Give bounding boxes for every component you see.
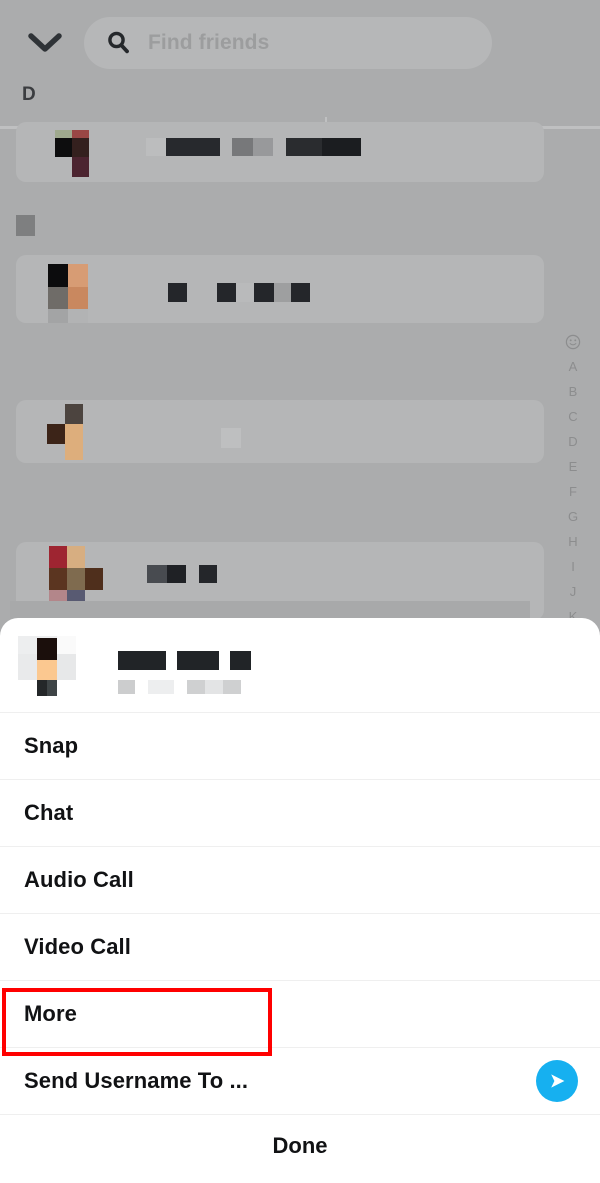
menu-item-label: Chat bbox=[24, 800, 74, 825]
done-button[interactable]: Done bbox=[0, 1115, 600, 1177]
menu-item-label: Audio Call bbox=[24, 867, 134, 892]
section-header-letter: D bbox=[22, 84, 36, 105]
menu-item-label: More bbox=[24, 1001, 77, 1026]
list-decoration bbox=[16, 215, 35, 236]
alpha-letter[interactable]: J bbox=[562, 579, 584, 604]
sheet-profile-header[interactable] bbox=[0, 618, 600, 713]
menu-item-chat[interactable]: Chat bbox=[0, 780, 600, 847]
profile-username bbox=[118, 680, 241, 694]
alpha-letter[interactable]: B bbox=[562, 379, 584, 404]
search-input[interactable]: Find friends bbox=[84, 16, 492, 69]
alpha-letter[interactable]: C bbox=[562, 404, 584, 429]
alpha-letter[interactable]: A bbox=[562, 354, 584, 379]
menu-item-label: Send Username To ... bbox=[24, 1068, 249, 1093]
alpha-letter[interactable]: G bbox=[562, 504, 584, 529]
alpha-letter[interactable]: F bbox=[562, 479, 584, 504]
chevron-down-icon[interactable] bbox=[12, 13, 78, 73]
alpha-letter[interactable]: E bbox=[562, 454, 584, 479]
menu-item-label: Video Call bbox=[24, 934, 131, 959]
send-icon[interactable] bbox=[536, 1060, 578, 1102]
alpha-letter[interactable]: I bbox=[562, 554, 584, 579]
menu-item-send-username-to[interactable]: Send Username To ... bbox=[0, 1048, 600, 1115]
alphabet-index[interactable]: A B C D E F G H I J K bbox=[562, 330, 584, 629]
alpha-letter[interactable]: H bbox=[562, 529, 584, 554]
table-row[interactable] bbox=[16, 400, 544, 463]
smiley-icon[interactable] bbox=[565, 330, 581, 354]
menu-item-audio-call[interactable]: Audio Call bbox=[0, 847, 600, 914]
table-row[interactable] bbox=[16, 122, 544, 182]
table-row[interactable] bbox=[16, 255, 544, 323]
menu-item-video-call[interactable]: Video Call bbox=[0, 914, 600, 981]
profile-display-name bbox=[118, 651, 251, 670]
phone-screen: Find friends D A B C D E F G H I J K Sna… bbox=[0, 0, 600, 1183]
done-label: Done bbox=[272, 1133, 328, 1158]
menu-item-snap[interactable]: Snap bbox=[0, 713, 600, 780]
action-sheet: Snap Chat Audio Call Video Call More Sen… bbox=[0, 618, 600, 1183]
avatar bbox=[18, 636, 76, 696]
top-bar: Find friends bbox=[0, 0, 600, 85]
alpha-letter[interactable]: D bbox=[562, 429, 584, 454]
menu-item-more[interactable]: More bbox=[0, 981, 600, 1048]
search-placeholder: Find friends bbox=[148, 30, 270, 54]
list-bottom-shade bbox=[10, 601, 530, 619]
menu-item-label: Snap bbox=[24, 733, 79, 758]
search-icon bbox=[106, 30, 131, 55]
